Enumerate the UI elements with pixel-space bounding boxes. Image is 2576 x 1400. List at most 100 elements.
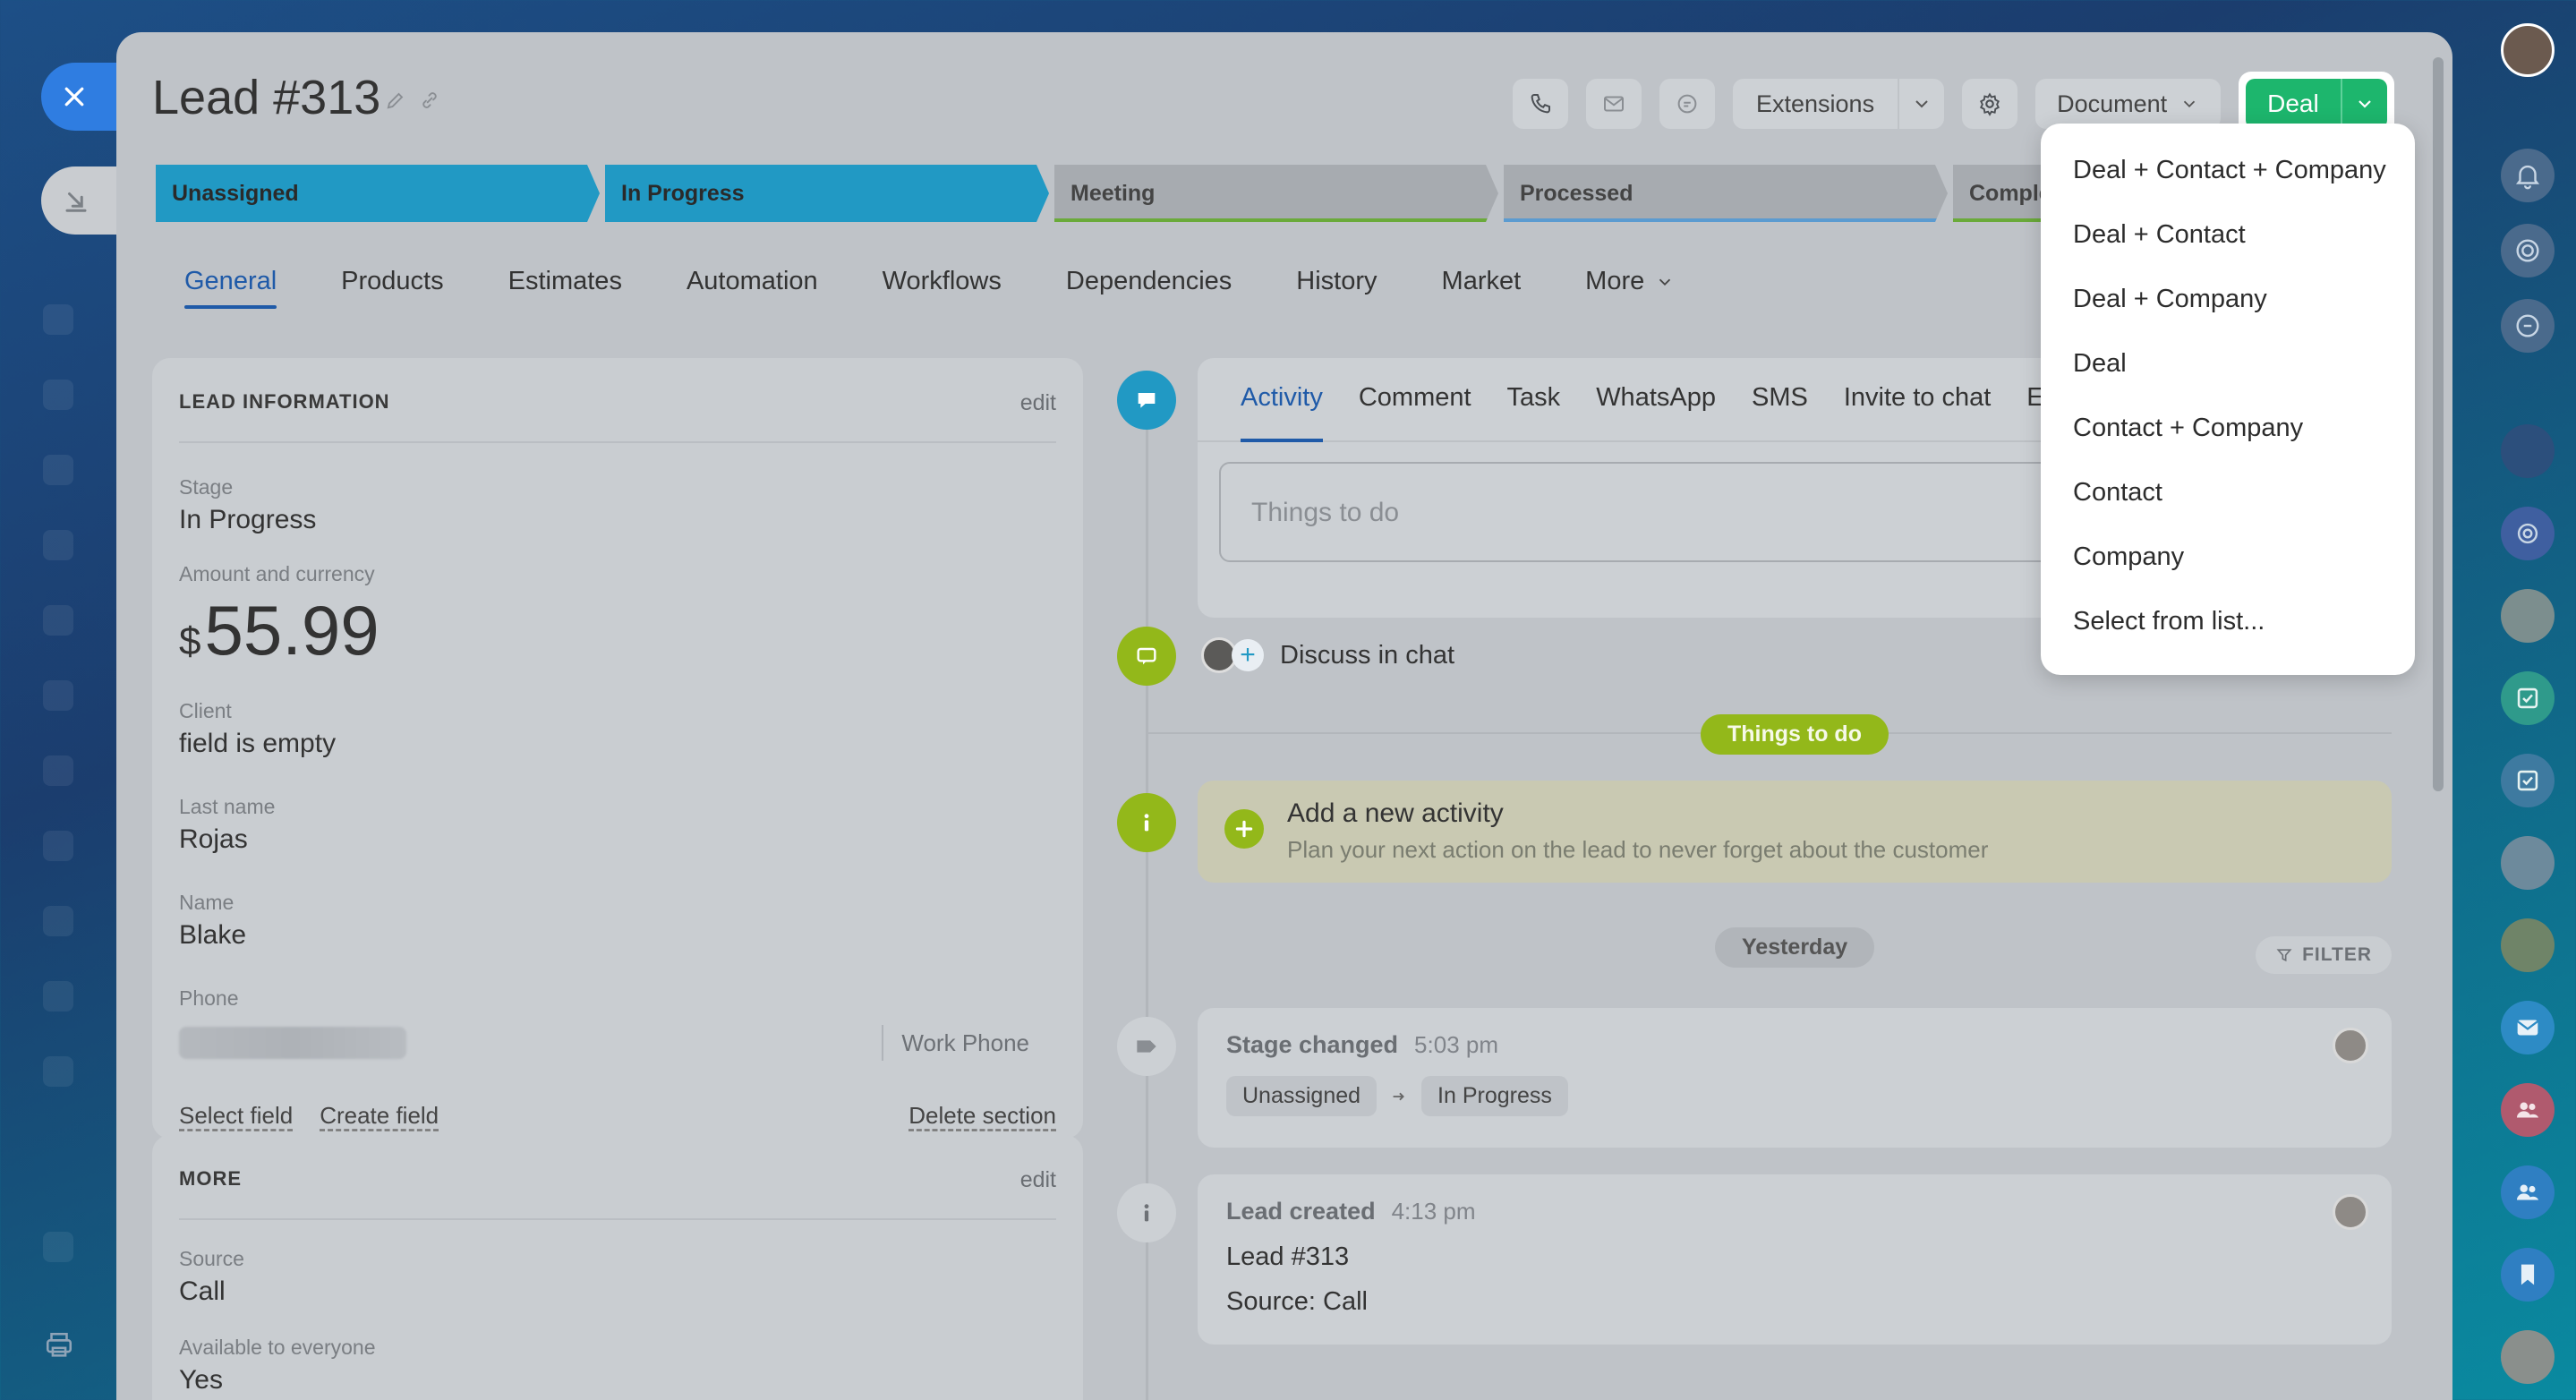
left-rail-item[interactable] xyxy=(43,605,73,636)
left-rail-item[interactable] xyxy=(43,1056,73,1087)
left-rail-item[interactable] xyxy=(43,831,73,861)
contact-avatar[interactable] xyxy=(2501,836,2555,890)
document-button[interactable]: Document xyxy=(2035,79,2222,129)
section-edit-link[interactable]: edit xyxy=(1020,390,1056,416)
minimize-slider-button[interactable] xyxy=(41,166,118,235)
phone-field-value[interactable] xyxy=(179,1027,406,1059)
tab-general[interactable]: General xyxy=(184,267,277,309)
tab-sms[interactable]: SMS xyxy=(1752,383,1808,442)
page-title: Lead #313 xyxy=(152,71,381,124)
tab-products[interactable]: Products xyxy=(341,267,443,309)
bookmark-button[interactable] xyxy=(2501,1248,2555,1302)
group-button[interactable] xyxy=(2501,1083,2555,1137)
tab-dependencies[interactable]: Dependencies xyxy=(1066,267,1232,309)
select-field-link[interactable]: Select field xyxy=(179,1102,293,1130)
contact-avatar[interactable] xyxy=(2501,918,2555,972)
create-field-link[interactable]: Create field xyxy=(320,1102,439,1130)
left-rail-item[interactable] xyxy=(43,304,73,335)
channel-button[interactable] xyxy=(2501,507,2555,560)
author-avatar[interactable] xyxy=(2333,1194,2368,1230)
call-button[interactable] xyxy=(1513,79,1568,129)
discuss-in-chat-row[interactable]: + Discuss in chat xyxy=(1201,630,1454,680)
email-button[interactable] xyxy=(1586,79,1642,129)
extensions-dropdown-toggle[interactable] xyxy=(1898,79,1944,129)
available-field-value[interactable]: Yes xyxy=(179,1365,1083,1396)
add-activity-card[interactable]: Add a new activity Plan your next action… xyxy=(1198,781,2392,883)
stage-meeting[interactable]: Meeting xyxy=(1054,165,1498,222)
tab-whatsapp[interactable]: WhatsApp xyxy=(1596,383,1716,442)
timeline-activity-dot xyxy=(1117,371,1176,430)
tab-invite-to-chat[interactable]: Invite to chat xyxy=(1844,383,1991,442)
lead-created-time: 4:13 pm xyxy=(1391,1198,1476,1225)
last-name-field-value[interactable]: Rojas xyxy=(179,824,1083,855)
tasks-button[interactable] xyxy=(2501,754,2555,807)
menu-item-select-from-list[interactable]: Select from list... xyxy=(2041,589,2415,653)
close-slider-button[interactable] xyxy=(41,63,118,131)
source-field-value[interactable]: Call xyxy=(179,1276,1083,1307)
stage-processed[interactable]: Processed xyxy=(1504,165,1948,222)
deal-dropdown-toggle[interactable] xyxy=(2340,79,2387,129)
contact-avatar[interactable] xyxy=(2501,1330,2555,1384)
menu-item-deal-contact[interactable]: Deal + Contact xyxy=(2041,202,2415,267)
left-rail-item[interactable] xyxy=(43,380,73,410)
tab-more-label: More xyxy=(1585,267,1645,295)
name-field-value[interactable]: Blake xyxy=(179,920,1083,951)
stage-in-progress[interactable]: In Progress xyxy=(605,165,1049,222)
lead-information-card: LEAD INFORMATION edit Stage In Progress … xyxy=(152,358,1083,1139)
stage-field-value[interactable]: In Progress xyxy=(179,505,1083,535)
tab-estimates[interactable]: Estimates xyxy=(508,267,622,309)
menu-item-contact-company[interactable]: Contact + Company xyxy=(2041,396,2415,460)
stage-unassigned[interactable]: Unassigned xyxy=(156,165,600,222)
tab-market[interactable]: Market xyxy=(1442,267,1522,309)
mail-button[interactable] xyxy=(2501,1001,2555,1054)
menu-item-company[interactable]: Company xyxy=(2041,525,2415,589)
chevron-down-icon xyxy=(1659,278,1671,286)
left-rail-item[interactable] xyxy=(43,755,73,786)
add-activity-subtitle: Plan your next action on the lead to nev… xyxy=(1287,836,1989,863)
section-edit-link[interactable]: edit xyxy=(1020,1167,1056,1193)
delete-section-link[interactable]: Delete section xyxy=(908,1102,1056,1130)
print-icon[interactable] xyxy=(41,1330,77,1361)
menu-item-deal-company[interactable]: Deal + Company xyxy=(2041,267,2415,331)
chat-button[interactable] xyxy=(1659,79,1715,129)
link-icon[interactable] xyxy=(417,88,442,113)
tab-history[interactable]: History xyxy=(1296,267,1377,309)
activity-stream-button[interactable] xyxy=(2501,224,2555,277)
convert-to-deal-button[interactable]: Deal xyxy=(2246,79,2387,129)
filter-button[interactable]: FILTER xyxy=(2256,936,2392,974)
left-rail-item[interactable] xyxy=(43,530,73,560)
tab-more[interactable]: More xyxy=(1585,267,1675,309)
notifications-button[interactable] xyxy=(2501,149,2555,202)
settings-button[interactable] xyxy=(1962,79,2018,129)
left-rail-item[interactable] xyxy=(43,981,73,1012)
author-avatar[interactable] xyxy=(2333,1028,2368,1063)
tab-automation[interactable]: Automation xyxy=(687,267,818,309)
tab-activity[interactable]: Activity xyxy=(1241,383,1323,442)
left-rail-item[interactable] xyxy=(43,906,73,936)
menu-item-contact[interactable]: Contact xyxy=(2041,460,2415,525)
plus-icon xyxy=(1224,809,1264,849)
tab-task[interactable]: Task xyxy=(1507,383,1561,442)
phone-type-label: Work Phone xyxy=(901,1029,1029,1056)
tab-workflows[interactable]: Workflows xyxy=(883,267,1002,309)
contact-avatar[interactable] xyxy=(2501,589,2555,643)
pencil-icon[interactable] xyxy=(383,88,408,113)
tasks-button[interactable] xyxy=(2501,671,2555,725)
client-field-value[interactable]: field is empty xyxy=(179,729,1083,759)
menu-item-deal[interactable]: Deal xyxy=(2041,331,2415,396)
menu-item-deal-contact-company[interactable]: Deal + Contact + Company xyxy=(2041,138,2415,202)
user-avatar[interactable] xyxy=(2501,23,2555,77)
amount-field-value[interactable]: $55.99 xyxy=(179,595,1083,665)
chevron-down-icon xyxy=(2358,100,2371,108)
left-rail-item[interactable] xyxy=(43,680,73,711)
contact-avatar[interactable] xyxy=(2501,424,2555,478)
panel-scrollbar[interactable] xyxy=(2433,57,2444,791)
group-button[interactable] xyxy=(2501,1165,2555,1219)
left-rail xyxy=(0,0,118,1400)
left-rail-item[interactable] xyxy=(43,1232,73,1262)
left-rail-item[interactable] xyxy=(43,455,73,485)
tab-comment[interactable]: Comment xyxy=(1359,383,1471,442)
chat-button[interactable] xyxy=(2501,299,2555,353)
add-participant-icon[interactable]: + xyxy=(1232,639,1264,671)
extensions-button[interactable]: Extensions xyxy=(1733,79,1945,129)
